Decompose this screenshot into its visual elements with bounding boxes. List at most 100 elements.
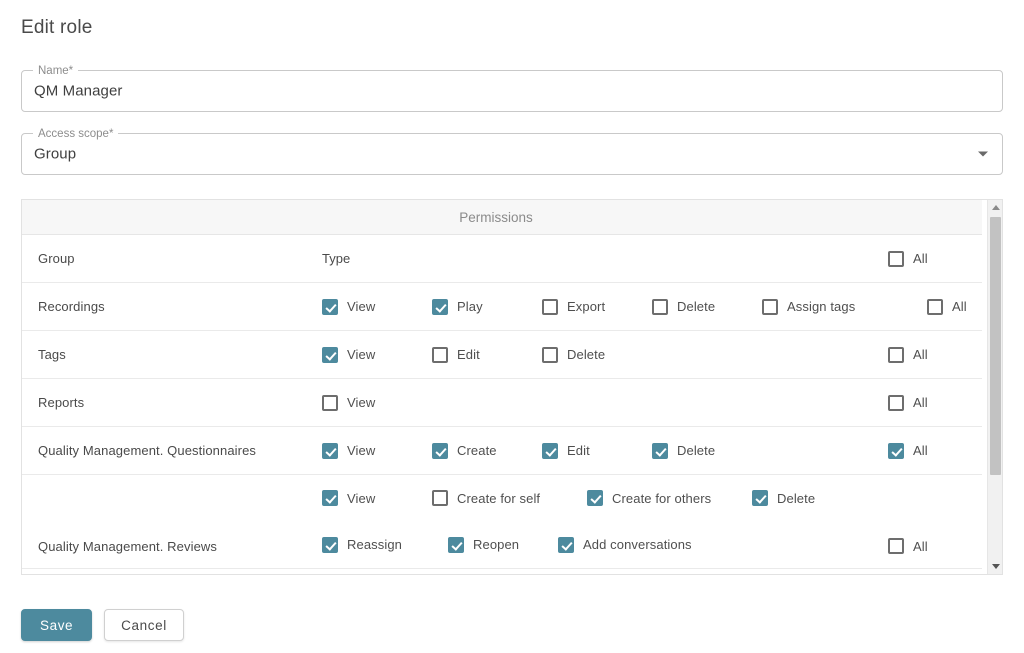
checkbox[interactable] [432, 298, 448, 315]
permission-reviews-all[interactable]: All [888, 538, 928, 554]
checkbox[interactable] [542, 442, 558, 459]
checkbox[interactable] [322, 490, 338, 507]
checkbox-label: View [347, 347, 376, 362]
checkbox-label: Delete [677, 299, 716, 314]
permission-tags-view[interactable]: View [322, 346, 376, 363]
permission-reports-all[interactable]: All [888, 394, 928, 411]
form-actions: Save Cancel [21, 609, 184, 641]
checkbox[interactable] [927, 298, 943, 315]
checkbox[interactable] [888, 346, 904, 363]
checkbox-label: Add conversations [583, 537, 692, 553]
checkbox[interactable] [322, 346, 338, 363]
permission-reviews-view[interactable]: View [322, 490, 375, 507]
permission-reviews-create-for-self[interactable]: Create for self [432, 490, 541, 507]
row-group-label: Recordings [38, 299, 105, 314]
table-row: Tags View Edit Delete All [22, 331, 982, 379]
row-group-label: Reports [38, 395, 85, 410]
scrollbar-thumb[interactable] [990, 217, 1001, 475]
checkbox-label: All [913, 443, 928, 458]
checkbox-label: Reassign [347, 537, 402, 553]
name-field-value: QM Manager [34, 82, 123, 100]
permission-recordings-all[interactable]: All [927, 298, 967, 315]
triangle-down-icon[interactable] [988, 559, 1002, 574]
checkbox[interactable] [322, 536, 338, 553]
permissions-header-row: Group Type All [22, 235, 982, 283]
checkbox[interactable] [652, 442, 668, 459]
checkbox-label: View [347, 395, 376, 410]
checkbox-label: Edit [457, 347, 480, 362]
checkbox-label: All [913, 395, 928, 410]
permission-reviews-delete[interactable]: Delete [752, 490, 816, 507]
checkbox-label: View [347, 299, 376, 314]
access-scope-value: Group [34, 145, 77, 163]
header-all-checkbox-item[interactable]: All [888, 250, 928, 267]
checkbox-label: View [347, 443, 376, 458]
checkbox[interactable] [322, 298, 338, 315]
permission-questionnaires-edit[interactable]: Edit [542, 442, 590, 459]
column-header-type: Type [322, 251, 351, 266]
table-row: Quality Management. Reviews View Create … [22, 475, 982, 569]
page-title: Edit role [21, 17, 93, 38]
checkbox[interactable] [558, 536, 574, 553]
checkbox-label: Delete [777, 490, 816, 506]
checkbox-label: Play [457, 299, 483, 314]
checkbox[interactable] [752, 490, 768, 507]
permissions-scrollbar[interactable] [987, 200, 1002, 574]
permission-tags-edit[interactable]: Edit [432, 346, 480, 363]
checkbox[interactable] [542, 346, 558, 363]
permission-recordings-play[interactable]: Play [432, 298, 483, 315]
checkbox[interactable] [762, 298, 778, 315]
checkbox-label: Create for self [457, 490, 541, 506]
header-all-checkbox[interactable] [888, 250, 904, 267]
triangle-up-icon[interactable] [988, 200, 1002, 215]
permission-recordings-delete[interactable]: Delete [652, 298, 716, 315]
permission-reviews-add-conversations[interactable]: Add conversations [558, 536, 692, 553]
checkbox[interactable] [888, 442, 904, 459]
checkbox[interactable] [322, 394, 338, 411]
row-group-label: Quality Management. Reviews [38, 539, 217, 554]
cancel-button[interactable]: Cancel [104, 609, 184, 641]
permission-line: Reassign Reopen Add conversations [322, 522, 888, 569]
checkbox-label: Export [567, 299, 606, 314]
permission-reviews-create-for-others[interactable]: Create for others [587, 490, 712, 507]
checkbox[interactable] [322, 442, 338, 459]
checkbox-label: Delete [677, 443, 716, 458]
checkbox-label: Create for others [612, 490, 712, 506]
checkbox[interactable] [432, 490, 448, 507]
permission-questionnaires-view[interactable]: View [322, 442, 376, 459]
permissions-table: Permissions Group Type All Recordings Vi… [21, 199, 1003, 575]
permission-questionnaires-delete[interactable]: Delete [652, 442, 716, 459]
checkbox[interactable] [652, 298, 668, 315]
checkbox-label: All [952, 299, 967, 314]
permission-reports-view[interactable]: View [322, 394, 376, 411]
permission-questionnaires-create[interactable]: Create [432, 442, 497, 459]
row-group-label: Tags [38, 347, 66, 362]
permission-recordings-view[interactable]: View [322, 298, 376, 315]
table-row: Quality Management. Questionnaires View … [22, 427, 982, 475]
checkbox[interactable] [587, 490, 603, 507]
permission-recordings-export[interactable]: Export [542, 298, 606, 315]
permission-tags-all[interactable]: All [888, 346, 928, 363]
name-field[interactable]: Name* QM Manager [21, 63, 1003, 112]
name-field-label: Name* [33, 63, 79, 79]
checkbox[interactable] [448, 536, 464, 553]
checkbox-label: Assign tags [787, 299, 856, 314]
checkbox-label: Create [457, 443, 497, 458]
save-button[interactable]: Save [21, 609, 93, 641]
permission-tags-delete[interactable]: Delete [542, 346, 605, 363]
checkbox[interactable] [542, 298, 558, 315]
checkbox[interactable] [432, 442, 448, 459]
permissions-table-body: Permissions Group Type All Recordings Vi… [22, 200, 982, 574]
checkbox-label: Edit [567, 443, 590, 458]
permission-reviews-reassign[interactable]: Reassign [322, 536, 402, 553]
checkbox-label: Reopen [473, 537, 520, 553]
chevron-down-icon[interactable] [978, 151, 988, 157]
checkbox[interactable] [888, 538, 904, 554]
checkbox[interactable] [432, 346, 448, 363]
access-scope-select[interactable]: Access scope* Group [21, 126, 1003, 175]
permission-line: View Create for self Create for others D… [322, 475, 888, 522]
permission-questionnaires-all[interactable]: All [888, 442, 928, 459]
permission-reviews-reopen[interactable]: Reopen [448, 536, 520, 553]
permission-recordings-assign-tags[interactable]: Assign tags [762, 298, 856, 315]
checkbox[interactable] [888, 394, 904, 411]
